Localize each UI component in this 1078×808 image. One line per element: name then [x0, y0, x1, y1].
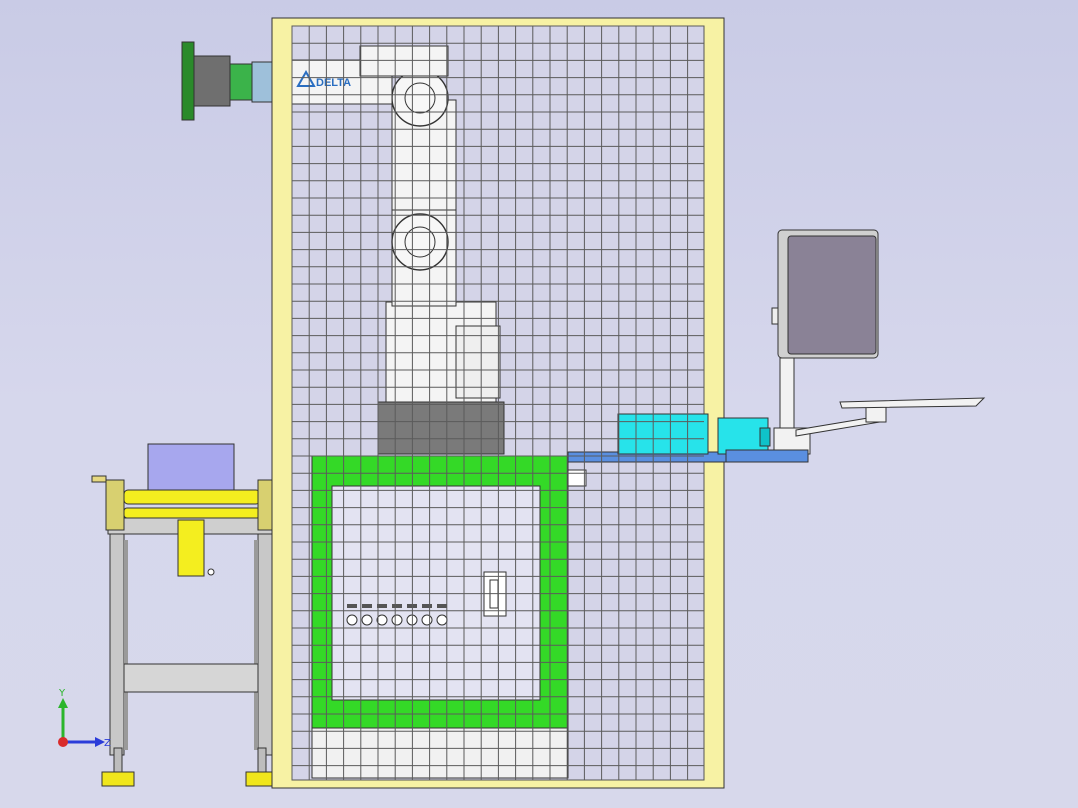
conveyor-roller-bottom: [123, 507, 261, 519]
conveyor-foot-stem-left: [113, 747, 123, 773]
conveyor-leg-right: [257, 532, 273, 756]
keyboard-tray: [839, 397, 986, 409]
feeder-small-block: [567, 469, 587, 487]
conveyor-box: [147, 443, 235, 491]
conveyor-bracket-left: [105, 479, 125, 531]
gripper-body: [193, 55, 231, 107]
connector-port: [421, 614, 433, 626]
conveyor-leg-inner-left: [124, 540, 128, 750]
keyboard-arm-joint: [865, 405, 887, 423]
axis-triad: Y Z: [58, 688, 111, 749]
conveyor-sensor: [207, 568, 215, 576]
monitor-screen: [787, 235, 877, 355]
axis-y-label: Y: [58, 688, 66, 699]
connector-port: [391, 614, 403, 626]
monitor-pole: [779, 357, 795, 431]
monitor-side-knob: [771, 307, 779, 325]
conveyor-station: [91, 443, 279, 787]
cyan-unit-nozzle: [759, 427, 771, 447]
gripper-plate: [181, 41, 195, 121]
gripper-assembly: [181, 41, 273, 121]
conveyor-leg-left: [109, 532, 125, 756]
conveyor-nozzle: [91, 475, 107, 483]
axis-x-dot: [58, 737, 68, 747]
cad-assembly-view: DELTA Y Z: [58, 17, 986, 789]
conveyor-foot-stem-right: [257, 747, 267, 773]
connector-port: [436, 614, 448, 626]
robot-joint-upper: [391, 69, 449, 127]
work-table: [311, 455, 569, 779]
conveyor-leg-inner-right: [254, 540, 258, 750]
gripper-flange: [229, 63, 253, 101]
connector-label: [347, 604, 357, 608]
axis-z-label: Z: [104, 738, 111, 749]
cyan-unit-main: [617, 413, 709, 455]
connector-label: [362, 604, 372, 608]
conveyor-foot-left: [101, 771, 135, 787]
conveyor-roller-top: [123, 489, 261, 505]
gripper-mount: [251, 61, 273, 103]
connector-label: [437, 604, 447, 608]
robot-joint-lower: [391, 213, 449, 271]
axis-y-arrow: [58, 698, 68, 708]
connector-port: [361, 614, 373, 626]
robot-forearm-top: [359, 45, 449, 77]
table-panel: [331, 485, 541, 701]
table-bottom-rail: [311, 727, 569, 779]
monitor-base-plate: [725, 449, 809, 463]
connector-label: [422, 604, 432, 608]
robot-base: [377, 401, 505, 455]
conveyor-crossbar: [123, 663, 259, 693]
connector-port: [346, 614, 358, 626]
connector-label: [392, 604, 402, 608]
robot-logo-text: DELTA: [316, 77, 351, 89]
conveyor-cylinder: [177, 519, 205, 577]
